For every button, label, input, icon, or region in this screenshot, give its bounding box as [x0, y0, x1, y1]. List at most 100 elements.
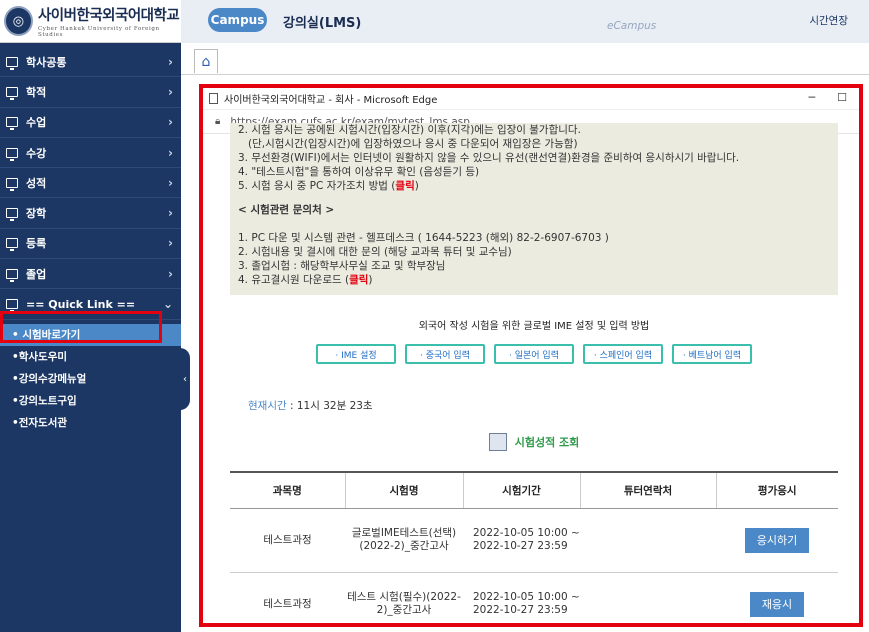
- monitor-icon: [6, 238, 18, 252]
- menu-label: 학적: [26, 85, 47, 99]
- ime-setup-button[interactable]: · IME 설정: [316, 344, 396, 364]
- notice-text: ): [414, 180, 419, 192]
- japanese-input-button[interactable]: · 일본어 입력: [494, 344, 574, 364]
- col-header-tutor: 튜터연락처: [580, 471, 717, 509]
- table-row: 테스트과정 글로벌IME테스트(선택)(2022-2)_중간고사 2022-10…: [230, 508, 838, 573]
- ime-button-group: · IME 설정 · 중국어 입력 · 일본어 입력 · 스페인어 입력 · 베…: [230, 344, 838, 364]
- time-extend-link[interactable]: 시간연장: [809, 13, 848, 28]
- contact-line: 1. PC 다운 및 시스템 관련 - 헬프데스크 ( 1644-5223 (해…: [238, 232, 609, 244]
- exam-table: 과목명 시험명 시험기간 튜터연락처 평가응시 테스트과정 글로벌IME테스트(…: [230, 471, 838, 623]
- cell-action: 응시하기: [716, 508, 838, 573]
- monitor-icon: [6, 56, 18, 70]
- highlight-box: [0, 311, 162, 343]
- col-header-exam: 시험명: [345, 471, 464, 509]
- monitor-icon: [6, 299, 18, 313]
- chevron-right-icon: ›: [168, 236, 173, 251]
- university-logo[interactable]: ◎ 사이버한국외국어대학교 Cyber Hankuk University of…: [0, 0, 181, 43]
- cell-period: 2022-10-05 10:00 ~2022-10-27 23:59: [463, 572, 580, 623]
- notice-text: ): [368, 274, 373, 286]
- quick-link-academic-helper[interactable]: •학사도우미: [0, 346, 181, 368]
- exam-popup-window: 사이버한국외국어대학교 - 회사 - Microsoft Edge ─ ☐ 🔒︎…: [199, 84, 863, 627]
- lock-icon: 🔒︎: [215, 116, 221, 127]
- sidebar-collapse-handle[interactable]: ‹: [180, 348, 190, 410]
- menu-item-grades[interactable]: 성적 ›: [0, 168, 181, 199]
- university-emblem-icon: ◎: [4, 6, 33, 36]
- chevron-right-icon: ›: [168, 266, 173, 281]
- contact-line: 2. 시험내용 및 결시에 대한 문의 (해당 교과목 튜터 및 교수님): [238, 246, 512, 258]
- quick-link-lecture-notes[interactable]: •강의노트구입: [0, 390, 181, 412]
- results-link[interactable]: 시험성적 조회: [230, 433, 838, 451]
- cell-course: 테스트과정: [230, 572, 345, 623]
- notice-box: 2. 시험 응시는 공에된 시험시간(입장시간) 이후(지각)에는 입장이 불가…: [230, 123, 838, 295]
- maximize-icon[interactable]: ☐: [837, 91, 847, 104]
- vietnamese-input-button[interactable]: · 베트남어 입력: [672, 344, 752, 364]
- monitor-icon: [6, 208, 18, 222]
- current-time-label: 현재시간: [248, 400, 287, 412]
- home-tab[interactable]: ⌂: [194, 49, 218, 73]
- chevron-right-icon: ›: [168, 54, 173, 69]
- page-title: 강의실(LMS): [283, 16, 362, 31]
- notice-line: 3. 무선환경(WIFI)에서는 인터넷이 원활하지 않을 수 있으니 유선(랜…: [238, 152, 740, 164]
- notice-line: (단,시험시간(입장시간)에 입장하였으나 응시 중 다운되어 재입장은 가능함…: [248, 138, 578, 150]
- cell-tutor: [580, 508, 716, 573]
- menu-item-enrollment[interactable]: 수강 ›: [0, 138, 181, 169]
- menu-label: 등록: [26, 237, 47, 251]
- chevron-right-icon: ›: [168, 115, 173, 130]
- menu-item-scholarship[interactable]: 장학 ›: [0, 198, 181, 229]
- menu-label: 성적: [26, 176, 47, 190]
- notice-line: 2. 시험 응시는 공에된 시험시간(입장시간) 이후(지각)에는 입장이 불가…: [238, 124, 581, 136]
- chevron-left-icon: ‹: [183, 373, 187, 385]
- cell-exam: 글로벌IME테스트(선택)(2022-2)_중간고사: [345, 508, 463, 573]
- quick-link-lecture-manual[interactable]: •강의수강메뉴얼: [0, 368, 181, 390]
- notice-line: 4. "테스트시험"을 통하여 이상유무 확인 (음성듣기 등): [238, 166, 480, 178]
- chevron-right-icon: ›: [168, 84, 173, 99]
- minimize-icon[interactable]: ─: [809, 91, 816, 104]
- logo-subtitle: Cyber Hankuk University of Foreign Studi…: [37, 26, 160, 38]
- ime-guide-title: 외국어 작성 시험을 위한 글로벌 IME 설정 및 입력 방법: [418, 321, 650, 332]
- period-end: 2022-10-27 23:59: [473, 540, 568, 552]
- cell-course: 테스트과정: [230, 508, 345, 573]
- window-titlebar: 사이버한국외국어대학교 - 회사 - Microsoft Edge ─ ☐: [203, 88, 859, 110]
- document-icon: [209, 93, 218, 104]
- chevron-right-icon: ›: [168, 145, 173, 160]
- menu-item-registration-record[interactable]: 학적 ›: [0, 77, 181, 108]
- menu-item-graduation[interactable]: 졸업 ›: [0, 259, 181, 290]
- col-header-action: 평가응시: [716, 471, 838, 509]
- menu-item-academic-common[interactable]: 학사공통 ›: [0, 47, 181, 78]
- menu-label: 수강: [26, 146, 47, 160]
- report-icon: [488, 433, 507, 451]
- quick-link-e-library[interactable]: •전자도서관: [0, 412, 181, 434]
- contact-heading: < 시험관련 문의처 >: [238, 204, 335, 216]
- monitor-icon: [6, 86, 18, 100]
- col-header-period: 시험기간: [463, 471, 581, 509]
- notice-text: 4. 유고결시원 다운로드 (: [238, 274, 350, 286]
- monitor-icon: [6, 117, 18, 131]
- cell-exam: 테스트 시험(필수)(2022-2)_중간고사: [345, 572, 463, 623]
- pc-self-fix-link[interactable]: 클릭: [395, 180, 414, 192]
- chevron-right-icon: ›: [168, 175, 173, 190]
- absence-form-download-link[interactable]: 클릭: [349, 274, 368, 286]
- take-exam-button[interactable]: 응시하기: [744, 527, 810, 553]
- menu-label: 졸업: [26, 267, 47, 281]
- notice-line: 5. 시험 응시 중 PC 자가조치 방법 (클릭): [238, 179, 830, 193]
- monitor-icon: [6, 177, 18, 191]
- contact-line: 3. 졸업시험 : 해당학부사무실 조교 및 학부장님: [238, 260, 446, 272]
- menu-label: 수업: [26, 116, 47, 130]
- top-header: Campus 강의실(LMS) eCampus 시간연장: [181, 0, 869, 43]
- spanish-input-button[interactable]: · 스페인어 입력: [583, 344, 663, 364]
- chevron-right-icon: ›: [168, 206, 173, 221]
- monitor-icon: [6, 147, 18, 161]
- chinese-input-button[interactable]: · 중국어 입력: [405, 344, 485, 364]
- retake-exam-button[interactable]: 재응시: [749, 591, 805, 617]
- col-header-course: 과목명: [230, 471, 346, 509]
- monitor-icon: [6, 268, 18, 282]
- cell-period: 2022-10-05 10:00 ~2022-10-27 23:59: [463, 508, 580, 573]
- menu-label: 학사공통: [26, 55, 67, 69]
- campus-button[interactable]: Campus: [208, 8, 267, 32]
- results-label: 시험성적 조회: [514, 436, 580, 449]
- period-start: 2022-10-05 10:00 ~: [473, 527, 580, 539]
- tab-strip: ⌂: [181, 43, 869, 75]
- table-row: 테스트과정 테스트 시험(필수)(2022-2)_중간고사 2022-10-05…: [230, 572, 838, 623]
- menu-item-tuition[interactable]: 등록 ›: [0, 229, 181, 260]
- menu-item-class[interactable]: 수업 ›: [0, 108, 181, 138]
